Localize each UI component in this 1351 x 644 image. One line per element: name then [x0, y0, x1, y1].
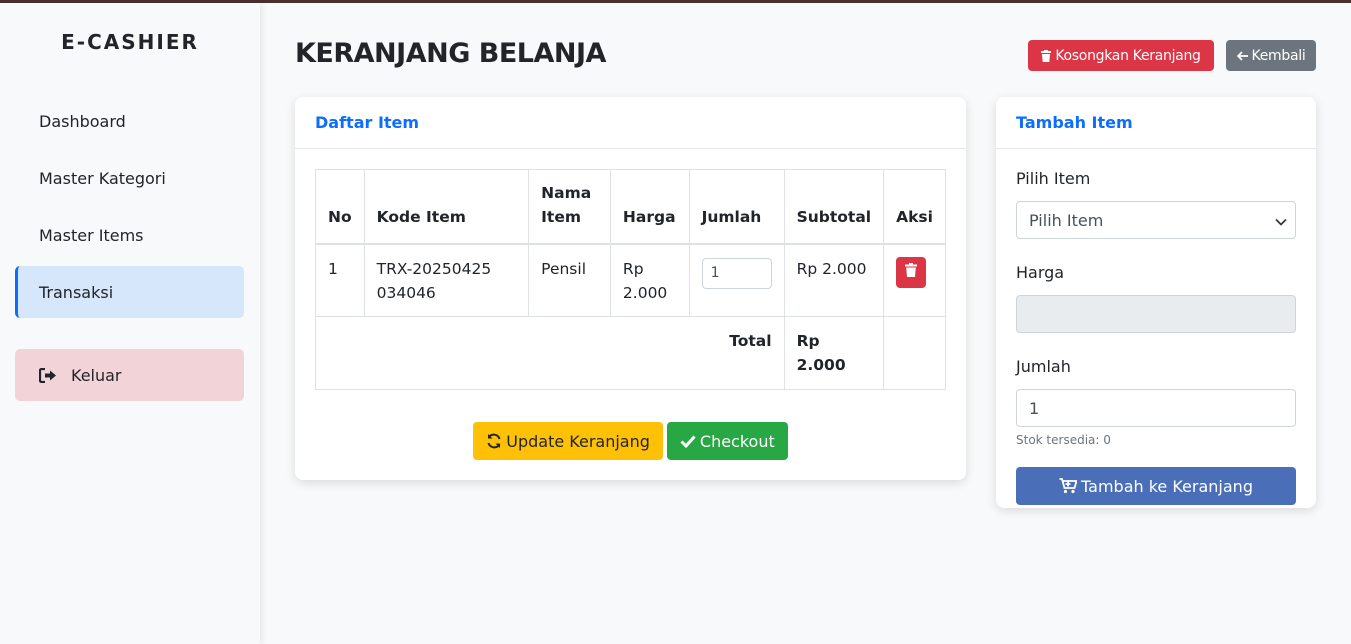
checkout-button[interactable]: Checkout [666, 422, 788, 460]
item-select[interactable]: Pilih Item [1016, 201, 1296, 239]
cell-nama-item: Pensil [528, 243, 611, 317]
logout-label: Keluar [71, 365, 122, 385]
cell-jumlah [688, 243, 785, 317]
sidebar-nav: Dashboard Master Kategori Master Items T… [15, 95, 244, 323]
sidebar-item-master-kategori[interactable]: Master Kategori [15, 152, 244, 204]
col-header-harga: Harga [609, 169, 690, 245]
sidebar-item-label: Master Items [39, 225, 144, 245]
trash-icon [905, 260, 918, 284]
trash-icon [1041, 49, 1052, 62]
sidebar: E-CASHIER Dashboard Master Kategori Mast… [0, 3, 260, 644]
page-title: KERANJANG BELANJA [295, 38, 606, 69]
sidebar-item-transaksi[interactable]: Transaksi [15, 266, 244, 318]
quantity-field[interactable] [1016, 389, 1296, 427]
col-header-jumlah: Jumlah [688, 169, 785, 245]
sidebar-item-label: Transaksi [39, 282, 114, 302]
cell-harga: Rp 2.000 [609, 243, 690, 317]
update-cart-label: Update Keranjang [506, 431, 650, 451]
cart-actions: Update Keranjang Checkout [295, 422, 966, 460]
price-label: Harga [1016, 263, 1065, 282]
col-header-no: No [315, 169, 365, 245]
arrow-left-icon [1236, 50, 1248, 61]
cell-kode-item: TRX-20250425034046 [363, 243, 530, 317]
col-header-aksi: Aksi [883, 169, 946, 245]
empty-cart-label: Kosongkan Keranjang [1055, 47, 1201, 64]
delete-item-button[interactable] [896, 256, 927, 288]
cart-plus-icon [1059, 478, 1078, 494]
cart-card-title: Daftar Item [295, 97, 966, 149]
sign-out-icon [39, 367, 59, 383]
total-row: Total Rp 2.000 [315, 316, 946, 390]
back-button[interactable]: Kembali [1226, 40, 1316, 71]
total-value: Rp 2.000 [783, 316, 885, 390]
cell-no: 1 [315, 243, 365, 317]
table-header-row: No Kode Item Nama Item Harga Jumlah Subt… [315, 169, 946, 245]
total-empty-cell [883, 316, 946, 390]
add-to-cart-label: Tambah ke Keranjang [1081, 476, 1253, 496]
col-header-subtotal: Subtotal [783, 169, 885, 245]
chevron-down-icon [1275, 211, 1287, 230]
sidebar-item-label: Master Kategori [39, 168, 166, 188]
item-select-label: Pilih Item [1016, 169, 1091, 188]
checkout-label: Checkout [699, 431, 775, 451]
total-label: Total [315, 316, 785, 390]
logout-button[interactable]: Keluar [15, 349, 244, 401]
sidebar-item-master-items[interactable]: Master Items [15, 209, 244, 261]
table-row: 1 TRX-20250425034046 Pensil Rp 2.000 Rp … [315, 243, 946, 317]
empty-cart-button[interactable]: Kosongkan Keranjang [1028, 40, 1214, 71]
price-field [1016, 295, 1296, 333]
item-select-value: Pilih Item [1029, 210, 1104, 230]
sidebar-item-label: Dashboard [39, 111, 126, 131]
cart-card: Daftar Item No Kode Item Nama Item Harga… [295, 97, 966, 480]
add-item-card: Tambah Item Pilih Item Pilih Item Harga … [996, 97, 1316, 508]
add-to-cart-button[interactable]: Tambah ke Keranjang [1016, 467, 1296, 505]
cell-aksi [883, 243, 946, 317]
cart-table: No Kode Item Nama Item Harga Jumlah Subt… [315, 169, 946, 390]
col-header-nama-item: Nama Item [528, 169, 611, 245]
update-cart-button[interactable]: Update Keranjang [473, 422, 663, 460]
check-icon [680, 434, 696, 448]
quantity-label: Jumlah [1016, 357, 1071, 376]
add-item-form: Pilih Item Pilih Item Harga Jumlah Stok … [1016, 169, 1296, 505]
brand-logo: E-CASHIER [61, 30, 199, 54]
sidebar-item-dashboard[interactable]: Dashboard [15, 95, 244, 147]
cell-subtotal: Rp 2.000 [783, 243, 885, 317]
add-item-card-title: Tambah Item [996, 97, 1316, 149]
stock-hint: Stok tersedia: 0 [1016, 433, 1111, 447]
refresh-icon [486, 433, 502, 449]
col-header-kode-item: Kode Item [363, 169, 530, 245]
back-label: Kembali [1251, 47, 1306, 64]
quantity-input[interactable] [701, 257, 772, 289]
